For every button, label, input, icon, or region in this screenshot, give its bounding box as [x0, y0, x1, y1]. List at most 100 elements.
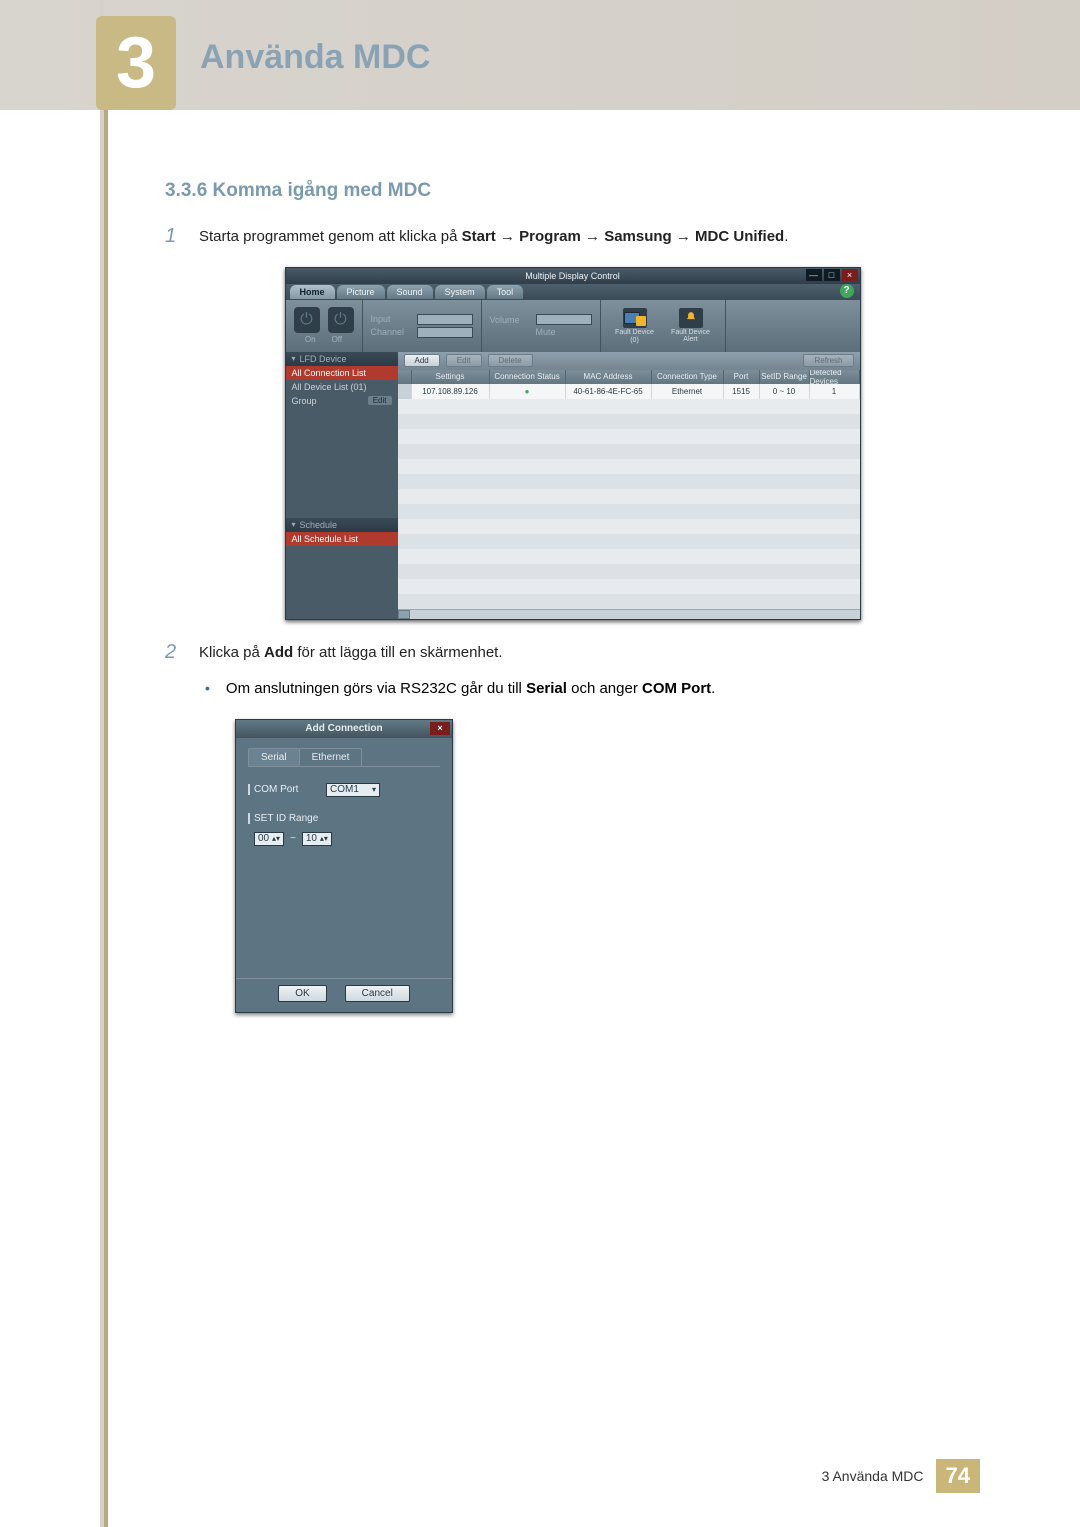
refresh-button[interactable]: Refresh: [803, 354, 853, 367]
empty-rows: [398, 399, 860, 609]
step-number: 1: [165, 226, 181, 249]
volume-group: Volume Mute: [482, 300, 601, 352]
tab-serial[interactable]: Serial: [248, 748, 300, 766]
ok-button[interactable]: OK: [278, 985, 326, 1002]
channel-select[interactable]: [417, 327, 473, 338]
bell-icon: [684, 311, 698, 325]
sidebar-header-schedule[interactable]: Schedule: [286, 518, 398, 532]
maximize-icon[interactable]: □: [824, 269, 840, 281]
t: All Device List (01): [292, 382, 367, 392]
add-button[interactable]: Add: [404, 354, 440, 367]
tilde: ~: [290, 833, 296, 844]
range-to-stepper[interactable]: 10 ▴▾: [302, 832, 332, 846]
content-area: 3.3.6 Komma igång med MDC 1 Starta progr…: [165, 180, 980, 1013]
sidebar-item-all-connection[interactable]: All Connection List: [286, 366, 398, 380]
step-text: Starta programmet genom att klicka på St…: [199, 226, 788, 249]
bullet-icon: •: [205, 678, 210, 701]
main-panel: Add Edit Delete Refresh Settings Connect…: [398, 352, 860, 619]
section-title: Komma igång med MDC: [213, 180, 432, 201]
power-on-icon[interactable]: ⏻: [294, 307, 320, 333]
dialog-close-icon[interactable]: ×: [430, 722, 450, 735]
sidebar-item-group[interactable]: Group Edit: [286, 394, 398, 408]
close-icon[interactable]: ×: [842, 269, 858, 281]
col-setid-range: SetID Range: [760, 370, 810, 384]
set-id-range-row: SET ID Range 00 ▴▾ ~ 10 ▴▾: [248, 813, 440, 846]
table-row[interactable]: 107.108.89.126 ● 40-61-86-4E-FC-65 Ether…: [398, 384, 860, 399]
label-input: Input: [371, 314, 411, 324]
stepper-icon: ▴▾: [272, 834, 280, 843]
cell-settings: 107.108.89.126: [412, 384, 490, 399]
page-number: 74: [936, 1459, 980, 1493]
col-settings: Settings: [412, 370, 490, 384]
label-volume: Volume: [490, 315, 530, 325]
t: för att lägga till en skärmenhet.: [293, 644, 502, 661]
toolbar: ⏻ ⏻ On Off Input Channel: [286, 300, 860, 352]
label-off: Off: [332, 335, 343, 344]
horizontal-scrollbar[interactable]: [398, 609, 860, 619]
step-text: Klicka på Add för att lägga till en skär…: [199, 642, 503, 665]
t: Klicka på: [199, 644, 264, 661]
t: Starta programmet genom att klicka på: [199, 228, 462, 245]
label-mute: Mute: [536, 327, 556, 337]
range-from-stepper[interactable]: 00 ▴▾: [254, 832, 284, 846]
com-port-label: COM Port: [248, 784, 320, 795]
fault-count: (0): [630, 337, 639, 344]
edit-button[interactable]: Edit: [446, 354, 482, 367]
window-controls: — □ ×: [806, 269, 858, 281]
chapter-badge: 3: [96, 16, 176, 110]
kw-start: Start: [462, 228, 496, 245]
power-off-icon[interactable]: ⏻: [328, 307, 354, 333]
t: .: [784, 228, 788, 245]
sidebar-item-all-schedule[interactable]: All Schedule List: [286, 532, 398, 546]
fault-alert-label: Fault Device Alert: [671, 329, 710, 343]
t: →: [672, 228, 695, 245]
dialog-buttons: OK Cancel: [236, 978, 452, 1012]
footer-text: 3 Använda MDC: [822, 1468, 924, 1484]
volume-select[interactable]: [536, 314, 592, 325]
kw-serial: Serial: [526, 680, 567, 697]
label-on: On: [305, 335, 316, 344]
section-heading: 3.3.6 Komma igång med MDC: [165, 180, 980, 202]
cancel-button[interactable]: Cancel: [345, 985, 410, 1002]
range-to-value: 10: [306, 833, 317, 844]
table-header: Settings Connection Status MAC Address C…: [398, 370, 860, 384]
help-icon[interactable]: ?: [840, 284, 854, 298]
col-port: Port: [724, 370, 760, 384]
cell-port: 1515: [724, 384, 760, 399]
fault-device-icon[interactable]: [623, 308, 647, 328]
cell-conn-status: ●: [490, 384, 566, 399]
tab-home[interactable]: Home: [290, 285, 335, 299]
fault-device-label: Fault Device: [615, 329, 654, 336]
dialog-body: Serial Ethernet COM Port COM1 ▾ SET ID R…: [236, 738, 452, 978]
sidebar: LFD Device All Connection List All Devic…: [286, 352, 398, 619]
step-1: 1 Starta programmet genom att klicka på …: [165, 226, 980, 249]
minimize-icon[interactable]: —: [806, 269, 822, 281]
t: →: [581, 228, 604, 245]
scroll-thumb[interactable]: [398, 610, 410, 619]
group-edit-pill[interactable]: Edit: [368, 396, 392, 405]
bullet-serial: • Om anslutningen görs via RS232C går du…: [205, 678, 980, 701]
delete-button[interactable]: Delete: [488, 354, 533, 367]
fault-alert-icon[interactable]: [679, 308, 703, 328]
step-number: 2: [165, 642, 181, 665]
t: .: [711, 680, 715, 697]
sidebar-item-all-device[interactable]: All Device List (01): [286, 380, 398, 394]
col-mac: MAC Address: [566, 370, 652, 384]
kw-com-port: COM Port: [642, 680, 711, 697]
input-select[interactable]: [417, 314, 473, 325]
kw-mdc-unified: MDC Unified: [695, 228, 784, 245]
tab-tool[interactable]: Tool: [487, 285, 524, 299]
tab-picture[interactable]: Picture: [337, 285, 385, 299]
tab-sound[interactable]: Sound: [387, 285, 433, 299]
cell-range: 0 ~ 10: [760, 384, 810, 399]
tab-system[interactable]: System: [435, 285, 485, 299]
fault-group: Fault Device (0) Fault Device Alert: [601, 300, 726, 352]
tab-ethernet[interactable]: Ethernet: [299, 748, 363, 766]
t: Om anslutningen görs via RS232C går du t…: [226, 680, 526, 697]
action-bar: Add Edit Delete Refresh: [398, 352, 860, 370]
col-detected: Detected Devices: [810, 370, 860, 384]
mdc-window: Multiple Display Control — □ × Home Pict…: [285, 267, 861, 620]
com-port-row: COM Port COM1 ▾: [248, 783, 440, 797]
sidebar-header-lfd[interactable]: LFD Device: [286, 352, 398, 366]
com-port-select[interactable]: COM1 ▾: [326, 783, 380, 797]
